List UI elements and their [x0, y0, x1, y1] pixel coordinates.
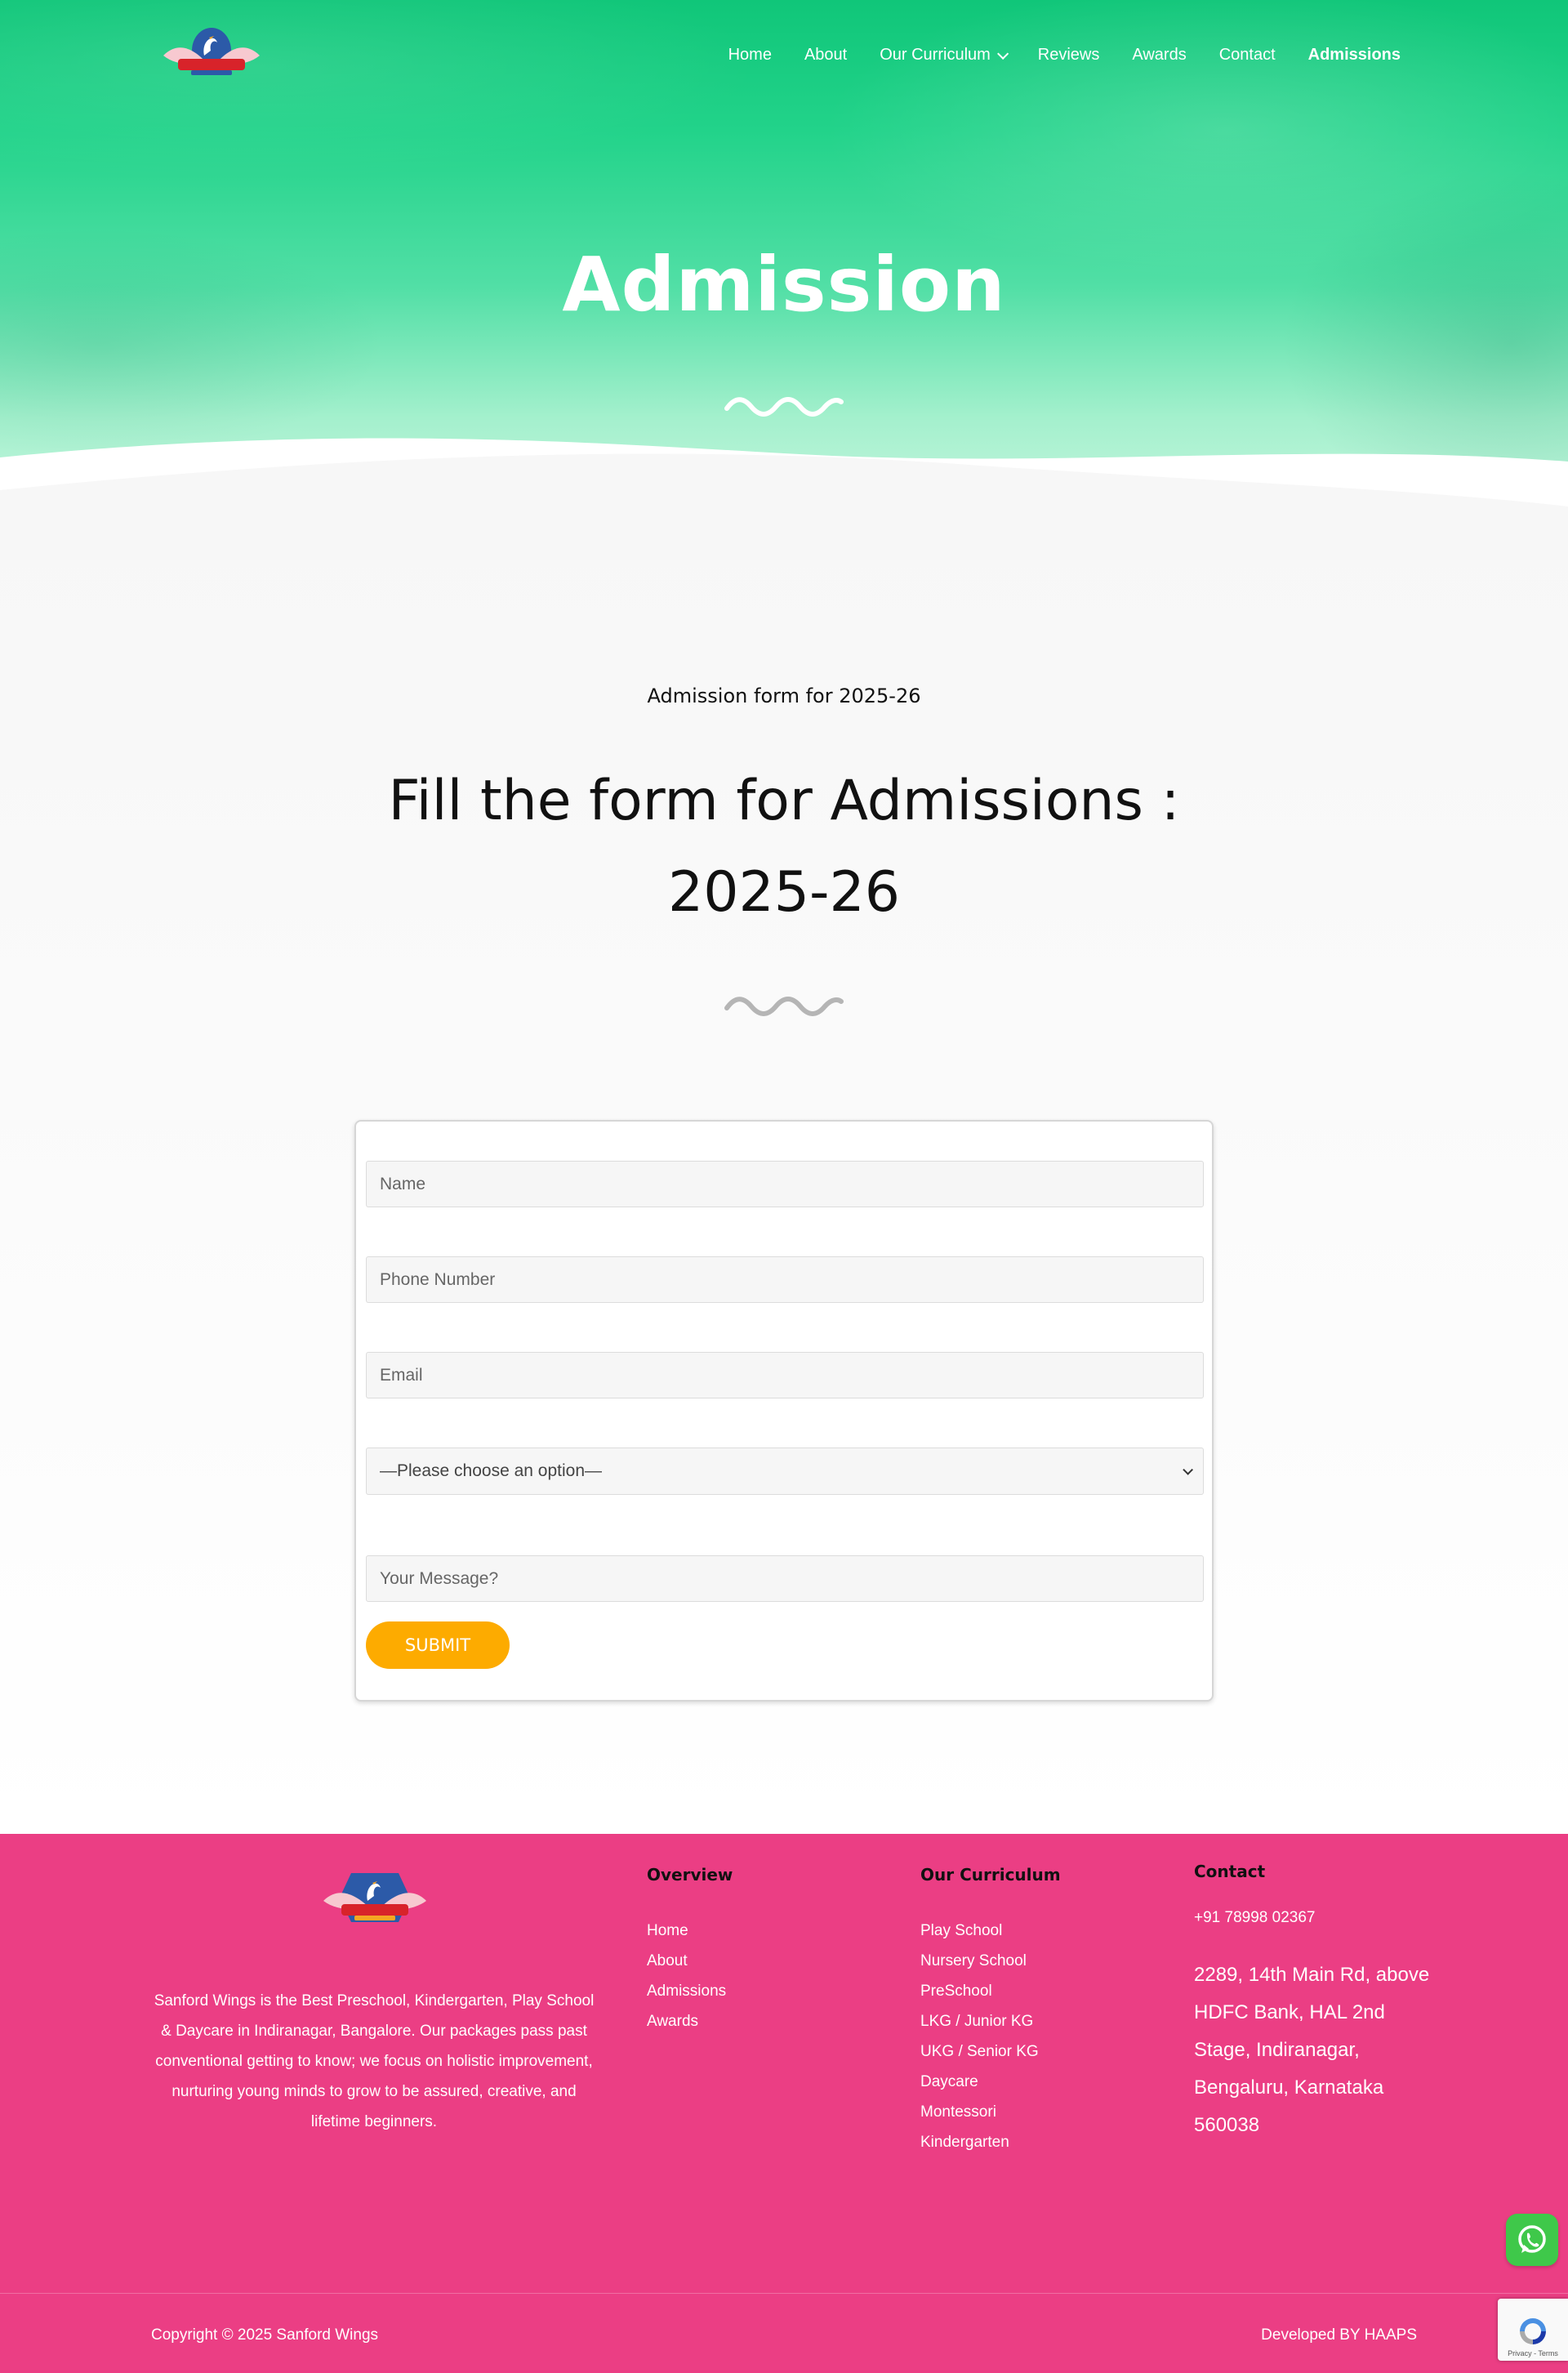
nav-home[interactable]: Home — [728, 46, 772, 65]
phone-input[interactable]: Phone Number — [366, 1256, 1204, 1303]
nav-awards[interactable]: Awards — [1132, 46, 1186, 65]
footer-link-admissions[interactable]: Admissions — [647, 1976, 726, 2006]
footer-link-montessori[interactable]: Montessori — [920, 2097, 1039, 2127]
nav-about-label: About — [804, 46, 848, 64]
footer: Sanford Wings is the Best Preschool, Kin… — [0, 1834, 1568, 2373]
footer-link-daycare[interactable]: Daycare — [920, 2067, 1039, 2097]
main-nav: Home About Our Curriculum Reviews Awards… — [696, 46, 1401, 65]
hero-banner: Home About Our Curriculum Reviews Awards… — [0, 0, 1568, 523]
squiggle-divider-icon — [724, 997, 844, 1016]
recaptcha-terms[interactable]: Privacy - Terms — [1508, 2349, 1558, 2357]
name-placeholder: Name — [380, 1174, 426, 1193]
message-placeholder: Your Message? — [380, 1568, 499, 1588]
squiggle-divider-icon — [724, 397, 844, 417]
whatsapp-icon — [1518, 2225, 1546, 2253]
chevron-down-icon — [996, 47, 1009, 60]
nav-reviews[interactable]: Reviews — [1038, 46, 1100, 65]
admission-form: Name Phone Number Email —Please choose a… — [354, 1120, 1214, 1702]
footer-link-ukg[interactable]: UKG / Senior KG — [920, 2036, 1039, 2067]
footer-contact-title: Contact — [1194, 1862, 1266, 1881]
footer-link-kindergarten[interactable]: Kindergarten — [920, 2127, 1039, 2157]
hero-wave — [0, 438, 1568, 523]
recaptcha-icon — [1520, 2318, 1546, 2344]
footer-phone[interactable]: +91 78998 02367 — [1194, 1909, 1315, 1927]
email-input[interactable]: Email — [366, 1352, 1204, 1398]
section-eyebrow: Admission form for 2025-26 — [647, 685, 921, 707]
copyright-text: Copyright © 2025 Sanford Wings — [151, 2326, 379, 2344]
logo-icon[interactable] — [318, 1868, 431, 1930]
nav-contact[interactable]: Contact — [1219, 46, 1276, 65]
nav-admissions[interactable]: Admissions — [1308, 46, 1401, 65]
nav-reviews-label: Reviews — [1037, 46, 1100, 64]
footer-address: 2289, 14th Main Rd, above HDFC Bank, HAL… — [1194, 1964, 1430, 2136]
chevron-down-icon — [1183, 1464, 1193, 1475]
whatsapp-button[interactable] — [1506, 2214, 1558, 2266]
nav-curriculum-label: Our Curriculum — [880, 46, 991, 64]
section-title: Fill the form for Admissions : 2025-26 — [388, 769, 1180, 925]
page-title: Admission — [562, 241, 1006, 328]
name-input[interactable]: Name — [366, 1161, 1204, 1207]
submit-button[interactable]: SUBMIT — [366, 1621, 510, 1669]
footer-link-lkg[interactable]: LKG / Junior KG — [920, 2006, 1039, 2036]
nav-contact-label: Contact — [1218, 46, 1276, 64]
footer-link-home[interactable]: Home — [647, 1916, 726, 1946]
message-input[interactable]: Your Message? — [366, 1555, 1204, 1602]
footer-link-play-school[interactable]: Play School — [920, 1916, 1039, 1946]
footer-overview-title: Overview — [647, 1865, 733, 1885]
nav-admissions-label: Admissions — [1307, 46, 1401, 64]
footer-link-about[interactable]: About — [647, 1946, 726, 1976]
recaptcha-badge[interactable]: Privacy - Terms — [1498, 2299, 1568, 2361]
logo-icon[interactable] — [155, 23, 268, 85]
nav-about[interactable]: About — [804, 46, 847, 65]
footer-about-text: Sanford Wings is the Best Preschool, Kin… — [154, 1992, 595, 2130]
program-select[interactable]: —Please choose an option— — [366, 1447, 1204, 1495]
footer-link-awards[interactable]: Awards — [647, 2006, 726, 2036]
footer-curriculum-title: Our Curriculum — [920, 1865, 1061, 1885]
phone-placeholder: Phone Number — [380, 1269, 496, 1289]
developer-credit[interactable]: Developed BY HAAPS — [1261, 2326, 1417, 2344]
nav-home-label: Home — [728, 46, 772, 64]
footer-overview-links: Home About Admissions Awards — [647, 1916, 726, 2036]
nav-curriculum[interactable]: Our Curriculum — [880, 46, 1009, 65]
footer-bottom-bar: Copyright © 2025 Sanford Wings Developed… — [0, 2293, 1568, 2373]
footer-link-nursery-school[interactable]: Nursery School — [920, 1946, 1039, 1976]
footer-link-preschool[interactable]: PreSchool — [920, 1976, 1039, 2006]
program-select-value: —Please choose an option— — [380, 1461, 603, 1480]
footer-curriculum-links: Play School Nursery School PreSchool LKG… — [920, 1916, 1039, 2157]
email-placeholder: Email — [380, 1365, 423, 1385]
nav-awards-label: Awards — [1132, 46, 1187, 64]
